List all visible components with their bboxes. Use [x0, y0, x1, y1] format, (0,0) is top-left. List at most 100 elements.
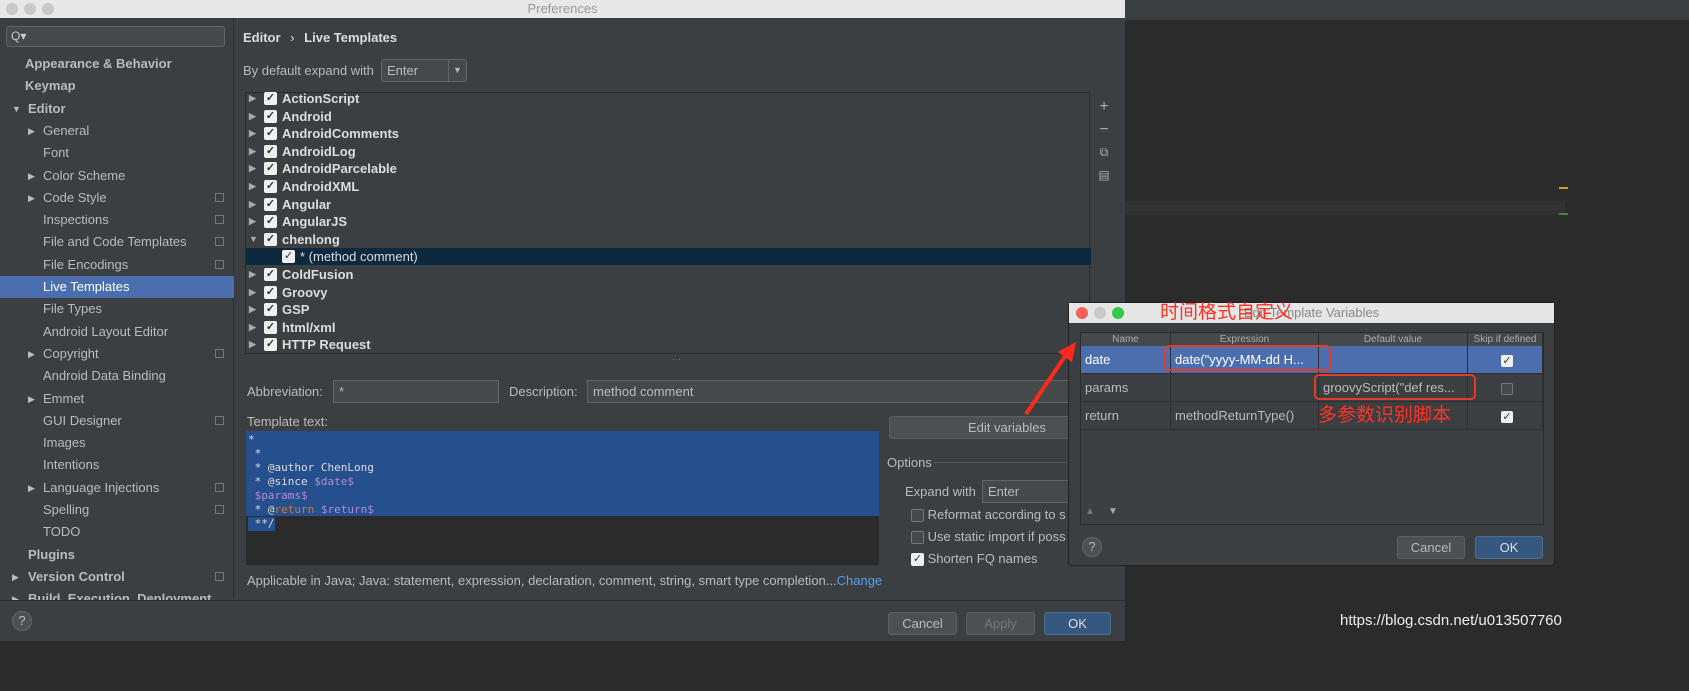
sidebar-item[interactable]: ▶ Code Style [0, 187, 234, 209]
plus-icon[interactable]: + [1096, 95, 1112, 118]
sidebar-item[interactable]: Android Layout Editor [0, 321, 234, 343]
checkbox[interactable]: ✓ [911, 553, 924, 567]
checkbox[interactable]: ✓ [1501, 354, 1513, 367]
chevron-right-icon[interactable]: ▶ [249, 196, 256, 213]
column-header[interactable]: Skip if defined [1468, 333, 1543, 346]
chevron-right-icon[interactable]: ▶ [249, 266, 256, 283]
sidebar-item[interactable]: ▶ Emmet [0, 388, 234, 410]
template-group-row[interactable]: ▼ ✓ chenlong [246, 231, 1091, 248]
cell-skip[interactable]: ✓ [1468, 346, 1543, 374]
template-group-row[interactable]: ▶ ✓ AndroidParcelable [246, 160, 1091, 177]
dialog-close-button[interactable] [1076, 307, 1088, 319]
cell-name[interactable]: return [1081, 402, 1171, 430]
chevron-right-icon[interactable]: ▶ [249, 90, 256, 107]
template-group-row[interactable]: ▶ ✓ Android [246, 108, 1091, 125]
dialog-minimize-button[interactable] [1094, 307, 1106, 319]
template-text-editor[interactable]: * * * @author ChenLong * @since $date$ $… [246, 431, 879, 565]
sidebar-item[interactable]: TODO [0, 521, 234, 543]
description-input[interactable]: method comment [587, 380, 1087, 403]
chevron-right-icon[interactable]: ▶ [249, 284, 256, 301]
checkbox[interactable]: ✓ [264, 162, 277, 176]
checkbox[interactable]: ✓ [264, 285, 277, 299]
template-group-row[interactable]: ▶ ✓ AndroidComments [246, 125, 1091, 142]
cell-name[interactable]: params [1081, 374, 1171, 402]
chevron-right-icon[interactable]: ▶ [28, 477, 35, 499]
settings-search-input[interactable]: Q▾ [6, 26, 225, 47]
checkbox[interactable]: ✓ [264, 197, 277, 211]
sidebar-item[interactable]: Images [0, 432, 234, 454]
checkbox[interactable] [911, 509, 924, 523]
checkbox[interactable]: ✓ [264, 303, 277, 317]
cell-expression[interactable]: methodReturnType() [1171, 402, 1319, 430]
sidebar-item[interactable]: Plugins [0, 544, 234, 566]
dialog-cancel-button[interactable]: Cancel [1397, 536, 1465, 559]
checkbox[interactable]: ✓ [1501, 410, 1513, 423]
sidebar-item[interactable]: Android Data Binding [0, 365, 234, 387]
chevron-right-icon[interactable]: ▶ [249, 178, 256, 195]
chevron-right-icon[interactable]: ▶ [249, 336, 256, 353]
chevron-down-icon[interactable]: ▼ [12, 98, 21, 120]
sidebar-item[interactable]: File Encodings [0, 254, 234, 276]
chevron-right-icon[interactable]: ▶ [249, 143, 256, 160]
chevron-right-icon[interactable]: ▶ [12, 566, 19, 588]
sidebar-item[interactable]: ▶ General [0, 120, 234, 142]
chevron-right-icon[interactable]: ▶ [249, 160, 256, 177]
sidebar-item[interactable]: ▶ Copyright [0, 343, 234, 365]
chevron-right-icon[interactable]: ▶ [249, 108, 256, 125]
sidebar-item[interactable]: Intentions [0, 454, 234, 476]
dialog-help-button[interactable]: ? [1082, 537, 1102, 557]
chevron-right-icon[interactable]: ▶ [28, 388, 35, 410]
sidebar-item[interactable]: File and Code Templates [0, 231, 234, 253]
column-header[interactable]: Default value [1319, 333, 1468, 346]
chevron-right-icon[interactable]: ▶ [249, 213, 256, 230]
cell-skip[interactable]: ✓ [1468, 402, 1543, 430]
sidebar-item[interactable]: ▶ Version Control [0, 566, 234, 588]
chevron-down-icon[interactable]: ▼ [249, 231, 258, 248]
checkbox[interactable] [1501, 382, 1513, 395]
chevron-right-icon[interactable]: ▶ [249, 319, 256, 336]
chevron-right-icon[interactable]: ▶ [249, 125, 256, 142]
zoom-window-button[interactable] [42, 3, 54, 15]
cell-name[interactable]: date [1081, 346, 1171, 374]
checkbox[interactable]: ✓ [264, 180, 277, 193]
change-link[interactable]: Change [837, 573, 883, 588]
checkbox[interactable]: ✓ [264, 144, 277, 158]
sidebar-item[interactable]: ▶ Language Injections [0, 477, 234, 499]
sidebar-item[interactable]: Font [0, 142, 234, 164]
template-group-row[interactable]: ▶ ✓ html/xml [246, 319, 1091, 336]
minus-icon[interactable]: − [1096, 118, 1112, 141]
chevron-right-icon[interactable]: ▶ [28, 120, 35, 142]
template-group-row[interactable]: ▶ ✓ AngularJS [246, 213, 1091, 230]
checkbox[interactable]: ✓ [264, 338, 277, 352]
breadcrumb-parent[interactable]: Editor [243, 30, 281, 45]
close-window-button[interactable] [6, 3, 18, 15]
sidebar-item[interactable]: File Types [0, 298, 234, 320]
checkbox[interactable]: ✓ [264, 92, 277, 105]
chevron-right-icon[interactable]: ▶ [28, 187, 35, 209]
checkbox[interactable]: ✓ [264, 232, 277, 246]
cell-expression[interactable] [1171, 374, 1319, 402]
sidebar-item[interactable]: Keymap [0, 75, 234, 97]
splitter-handle[interactable]: ⋯ [672, 354, 681, 365]
cell-default[interactable] [1319, 346, 1468, 374]
sidebar-item[interactable]: ▶ Color Scheme [0, 165, 234, 187]
sidebar-item[interactable]: Live Templates [0, 276, 234, 298]
sidebar-item[interactable]: Spelling [0, 499, 234, 521]
chevron-right-icon[interactable]: ▶ [249, 301, 256, 318]
checkbox[interactable]: ✓ [264, 127, 277, 141]
column-header[interactable]: Name [1081, 333, 1171, 346]
cancel-button[interactable]: Cancel [888, 612, 957, 635]
sidebar-item[interactable]: Appearance & Behavior [0, 53, 234, 75]
checkbox[interactable]: ✓ [282, 250, 295, 264]
checkbox[interactable] [911, 531, 924, 545]
chevron-right-icon[interactable]: ▶ [28, 343, 35, 365]
minimize-window-button[interactable] [24, 3, 36, 15]
variable-row[interactable]: return methodReturnType() ✓ [1081, 402, 1543, 430]
move-down-icon[interactable]: ▼ [1108, 506, 1118, 517]
paste-icon[interactable]: ▤ [1096, 164, 1112, 187]
cell-skip[interactable] [1468, 374, 1543, 402]
help-button[interactable]: ? [12, 611, 32, 631]
template-group-row[interactable]: ▶ ✓ Angular [246, 196, 1091, 213]
move-up-icon[interactable]: ▲ [1085, 506, 1095, 517]
ok-button[interactable]: OK [1044, 612, 1111, 635]
